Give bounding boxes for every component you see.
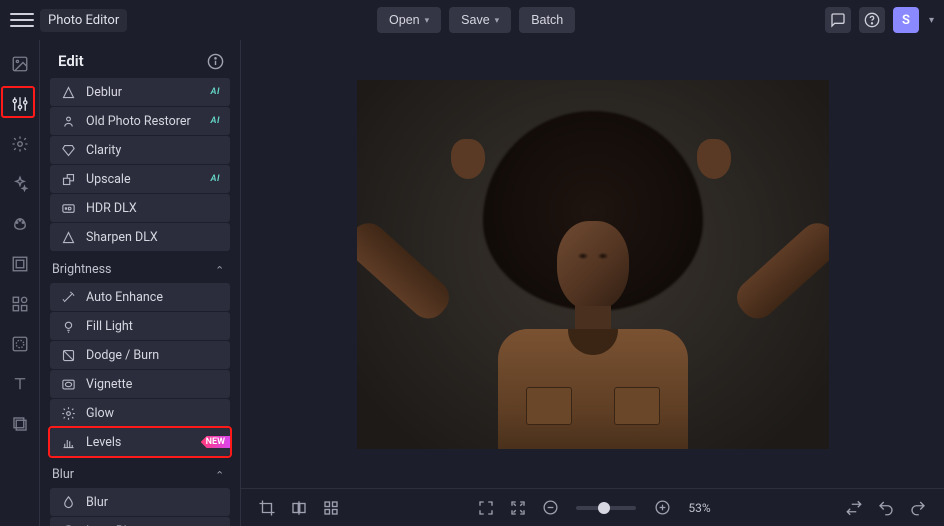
chevron-up-icon: ⌄: [215, 468, 224, 481]
grid-tool[interactable]: [319, 496, 343, 520]
rail-item-retouch[interactable]: [6, 50, 34, 78]
zoom-thumb[interactable]: [598, 502, 610, 514]
ai-badge: AI: [211, 116, 220, 126]
section-blur[interactable]: Blur ⌄: [50, 457, 230, 488]
photo: [357, 80, 829, 449]
tool-label: Levels: [86, 435, 121, 450]
tool-old-photo-restorer[interactable]: Old Photo Restorer AI: [50, 107, 230, 135]
vignette-icon: [60, 376, 76, 392]
help-button[interactable]: [859, 7, 885, 33]
open-label: Open: [389, 13, 420, 27]
tool-blur[interactable]: Blur: [50, 488, 230, 516]
flip-tool[interactable]: [287, 496, 311, 520]
zoom-in[interactable]: [650, 496, 674, 520]
rail-item-textures[interactable]: [6, 330, 34, 358]
save-button[interactable]: Save ▾: [449, 7, 511, 33]
tool-label: Glow: [86, 406, 114, 421]
batch-button[interactable]: Batch: [519, 7, 575, 33]
ai-badge: AI: [211, 87, 220, 97]
bulb-icon: [60, 318, 76, 334]
tool-levels[interactable]: Levels NEW: [50, 428, 230, 456]
user-avatar[interactable]: S: [893, 7, 919, 33]
section-label: Brightness: [52, 262, 112, 277]
tool-label: Fill Light: [86, 319, 133, 334]
tool-label: Blur: [86, 495, 108, 510]
triangle-icon: [60, 229, 76, 245]
tool-sharpen-dlx[interactable]: Sharpen DLX: [50, 223, 230, 251]
rail-item-ai[interactable]: [6, 170, 34, 198]
tool-dodge-burn[interactable]: Dodge / Burn: [50, 341, 230, 369]
info-icon[interactable]: [207, 53, 224, 70]
rail-item-frame[interactable]: [6, 250, 34, 278]
tool-rail: [0, 40, 40, 526]
upscale-icon: [60, 171, 76, 187]
tool-label: Auto Enhance: [86, 290, 163, 305]
rail-item-elements[interactable]: [6, 290, 34, 318]
canvas-area: 53%: [241, 40, 944, 526]
tool-label: Vignette: [86, 377, 132, 392]
tool-label: Sharpen DLX: [86, 230, 158, 245]
rail-item-liquify[interactable]: [6, 130, 34, 158]
topbar-center: Open ▾ Save ▾ Batch: [127, 7, 825, 33]
tool-clarity[interactable]: Clarity: [50, 136, 230, 164]
redo-button[interactable]: [906, 496, 930, 520]
tool-fill-light[interactable]: Fill Light: [50, 312, 230, 340]
crop-tool[interactable]: [255, 496, 279, 520]
save-label: Save: [461, 13, 490, 27]
tool-label: Dodge / Burn: [86, 348, 159, 363]
new-badge: NEW: [201, 436, 230, 448]
hdr-icon: [60, 200, 76, 216]
user-menu-caret[interactable]: ▾: [929, 15, 934, 26]
zoom-percent: 53%: [688, 501, 710, 515]
diamond-icon: [60, 142, 76, 158]
section-brightness[interactable]: Brightness ⌄: [50, 252, 230, 283]
histogram-icon: [60, 434, 76, 450]
compare-toggle[interactable]: [842, 496, 866, 520]
tool-lens-blur[interactable]: Lens Blur: [50, 517, 230, 526]
restore-icon: [60, 113, 76, 129]
tool-label: Upscale: [86, 172, 131, 187]
sidebar-header: Edit: [40, 40, 240, 78]
tool-upscale[interactable]: Upscale AI: [50, 165, 230, 193]
open-button[interactable]: Open ▾: [377, 7, 441, 33]
wand-icon: [60, 289, 76, 305]
tool-deblur[interactable]: Deblur AI: [50, 78, 230, 106]
triangle-icon: [60, 84, 76, 100]
feedback-button[interactable]: [825, 7, 851, 33]
contrast-icon: [60, 347, 76, 363]
rail-item-layers[interactable]: [6, 410, 34, 438]
actual-size[interactable]: [506, 496, 530, 520]
caret-down-icon: ▾: [425, 15, 430, 26]
sidebar-title: Edit: [58, 52, 84, 70]
rail-item-edit[interactable]: [6, 90, 34, 118]
fit-screen[interactable]: [474, 496, 498, 520]
top-bar: Photo Editor Open ▾ Save ▾ Batch S ▾: [0, 0, 944, 40]
topbar-right: S ▾: [825, 7, 934, 33]
ai-badge: AI: [211, 174, 220, 184]
tool-label: Clarity: [86, 143, 121, 158]
zoom-slider[interactable]: [576, 506, 636, 510]
tool-label: HDR DLX: [86, 201, 137, 216]
rail-item-text[interactable]: [6, 370, 34, 398]
gear-icon: [60, 405, 76, 421]
chevron-up-icon: ⌄: [215, 263, 224, 276]
tool-label: Deblur: [86, 85, 122, 100]
caret-down-icon: ▾: [495, 15, 500, 26]
section-label: Blur: [52, 467, 74, 482]
tool-vignette[interactable]: Vignette: [50, 370, 230, 398]
tool-auto-enhance[interactable]: Auto Enhance: [50, 283, 230, 311]
undo-button[interactable]: [874, 496, 898, 520]
app-title[interactable]: Photo Editor: [40, 9, 127, 32]
menu-button[interactable]: [10, 8, 34, 32]
zoom-out[interactable]: [538, 496, 562, 520]
edit-sidebar: Edit Deblur AI Old Photo Restorer AI Clari…: [40, 40, 241, 526]
drop-icon: [60, 494, 76, 510]
tool-glow[interactable]: Glow: [50, 399, 230, 427]
tool-label: Old Photo Restorer: [86, 114, 191, 129]
bottom-toolbar: 53%: [241, 488, 944, 526]
canvas[interactable]: [241, 40, 944, 488]
tool-hdr-dlx[interactable]: HDR DLX: [50, 194, 230, 222]
rail-item-draw[interactable]: [6, 210, 34, 238]
